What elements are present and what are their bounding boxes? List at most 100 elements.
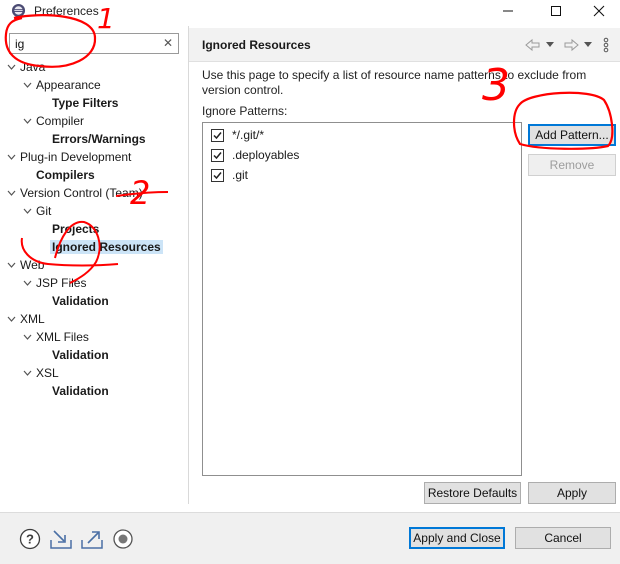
remove-button[interactable]: Remove bbox=[528, 154, 616, 176]
splitter[interactable] bbox=[188, 26, 189, 504]
restore-defaults-button[interactable]: Restore Defaults bbox=[424, 482, 521, 504]
tree-item-label: Ignored Resources bbox=[50, 240, 163, 254]
tree-item[interactable]: XML bbox=[7, 310, 47, 328]
more-vertical-icon bbox=[603, 37, 609, 53]
close-icon bbox=[593, 5, 605, 17]
expand-chevron-icon[interactable] bbox=[21, 76, 33, 94]
tree-item[interactable]: Projects bbox=[50, 220, 101, 238]
tree-item[interactable]: Java bbox=[7, 58, 47, 76]
svg-text:?: ? bbox=[26, 532, 34, 547]
import-icon bbox=[50, 530, 72, 549]
tree-item-label: Version Control (Team) bbox=[20, 186, 143, 200]
page-description: Use this page to specify a list of resou… bbox=[202, 68, 587, 97]
window-title: Preferences bbox=[34, 4, 99, 18]
export-button[interactable] bbox=[80, 527, 104, 551]
tree-item[interactable]: Compilers bbox=[34, 166, 97, 184]
help-button[interactable]: ? bbox=[18, 527, 42, 551]
pattern-row[interactable]: */.git/* bbox=[211, 126, 264, 144]
tree-item-label: Compiler bbox=[36, 114, 85, 128]
tree-item-label: XML bbox=[20, 312, 45, 326]
cancel-button[interactable]: Cancel bbox=[515, 527, 611, 549]
tree-item[interactable]: Web bbox=[7, 256, 46, 274]
forward-button[interactable] bbox=[560, 35, 582, 55]
expand-chevron-icon[interactable] bbox=[21, 112, 33, 130]
tree-item[interactable]: Ignored Resources bbox=[50, 238, 163, 256]
page-header: Ignored Resources bbox=[189, 28, 620, 62]
apply-button[interactable]: Apply bbox=[528, 482, 616, 504]
maximize-button[interactable] bbox=[534, 0, 578, 22]
pattern-text: .git bbox=[232, 168, 249, 182]
checkmark-icon bbox=[213, 171, 222, 179]
expand-chevron-icon[interactable] bbox=[5, 256, 17, 274]
filter-field[interactable]: ✕ bbox=[9, 33, 179, 54]
tree-item-label: Git bbox=[36, 204, 52, 218]
pattern-text: .deployables bbox=[232, 148, 300, 162]
expand-chevron-icon[interactable] bbox=[5, 58, 17, 76]
expand-chevron-icon[interactable] bbox=[5, 184, 17, 202]
tree-item[interactable]: Git bbox=[23, 202, 53, 220]
tree-item-label: Projects bbox=[52, 222, 100, 236]
pattern-text: */.git/* bbox=[232, 128, 265, 142]
pattern-checkbox[interactable] bbox=[211, 128, 224, 142]
tree-item[interactable]: Version Control (Team) bbox=[7, 184, 145, 202]
tree-item-label: JSP Files bbox=[36, 276, 87, 290]
tree-item-label: Web bbox=[20, 258, 45, 272]
tree-item-label: Appearance bbox=[36, 78, 101, 92]
pattern-checkbox[interactable] bbox=[211, 148, 224, 162]
ignore-patterns-list[interactable]: */.git/* .deployables .git bbox=[202, 122, 522, 476]
tree-item-label: Compilers bbox=[36, 168, 95, 182]
tree-item[interactable]: Validation bbox=[50, 382, 111, 400]
tree-item-label: XSL bbox=[36, 366, 59, 380]
expand-chevron-icon[interactable] bbox=[5, 310, 17, 328]
expand-chevron-icon[interactable] bbox=[5, 148, 17, 166]
tree-item[interactable]: Validation bbox=[50, 292, 111, 310]
page-title: Ignored Resources bbox=[202, 38, 311, 52]
ignore-patterns-label: Ignore Patterns: bbox=[202, 104, 288, 118]
apply-and-close-button[interactable]: Apply and Close bbox=[409, 527, 505, 549]
tree-item[interactable]: JSP Files bbox=[23, 274, 88, 292]
export-icon bbox=[81, 531, 103, 549]
minimize-button[interactable] bbox=[486, 0, 530, 22]
tree-item-label: Validation bbox=[52, 348, 109, 362]
tree-item-label: Java bbox=[20, 60, 46, 74]
clear-filter-icon[interactable]: ✕ bbox=[163, 36, 173, 50]
minimize-icon bbox=[503, 10, 513, 12]
close-button[interactable] bbox=[577, 0, 620, 22]
tree-item-label: Validation bbox=[52, 384, 109, 398]
help-icon: ? bbox=[19, 528, 41, 550]
record-button[interactable] bbox=[111, 527, 135, 551]
expand-chevron-icon[interactable] bbox=[21, 364, 33, 382]
expand-chevron-icon[interactable] bbox=[21, 274, 33, 292]
tree-item[interactable]: Errors/Warnings bbox=[50, 130, 148, 148]
record-icon bbox=[113, 529, 133, 549]
import-button[interactable] bbox=[49, 527, 73, 551]
back-button[interactable] bbox=[522, 35, 544, 55]
tree-item[interactable]: Plug-in Development bbox=[7, 148, 133, 166]
filter-input[interactable] bbox=[10, 34, 150, 53]
tree-item-label: Errors/Warnings bbox=[52, 132, 146, 146]
tree-item[interactable]: XSL bbox=[23, 364, 61, 382]
checkmark-icon bbox=[213, 151, 222, 159]
pattern-checkbox[interactable] bbox=[211, 168, 224, 182]
pattern-row[interactable]: .deployables bbox=[211, 146, 299, 164]
pattern-row[interactable]: .git bbox=[211, 166, 248, 184]
tree-item[interactable]: Type Filters bbox=[50, 94, 120, 112]
tree-item[interactable]: Validation bbox=[50, 346, 111, 364]
tree-item[interactable]: XML Files bbox=[23, 328, 91, 346]
chevron-down-icon bbox=[584, 42, 592, 47]
tree-item-label: Type Filters bbox=[52, 96, 119, 110]
eclipse-app-icon bbox=[11, 3, 26, 18]
forward-menu-button[interactable] bbox=[582, 35, 594, 55]
view-menu-button[interactable] bbox=[600, 35, 612, 55]
forward-arrow-icon bbox=[564, 38, 579, 52]
dialog-footer: ? Apply and Close Cancel bbox=[0, 513, 620, 564]
add-pattern-button[interactable]: Add Pattern... bbox=[528, 124, 616, 146]
tree-item[interactable]: Compiler bbox=[23, 112, 86, 130]
expand-chevron-icon[interactable] bbox=[21, 328, 33, 346]
preferences-tree[interactable]: Java Appearance Type Filters Compiler Errors… bbox=[0, 58, 185, 502]
back-menu-button[interactable] bbox=[544, 35, 556, 55]
checkmark-icon bbox=[213, 131, 222, 139]
tree-item[interactable]: Appearance bbox=[23, 76, 103, 94]
expand-chevron-icon[interactable] bbox=[21, 202, 33, 220]
tree-item-label: Plug-in Development bbox=[20, 150, 132, 164]
